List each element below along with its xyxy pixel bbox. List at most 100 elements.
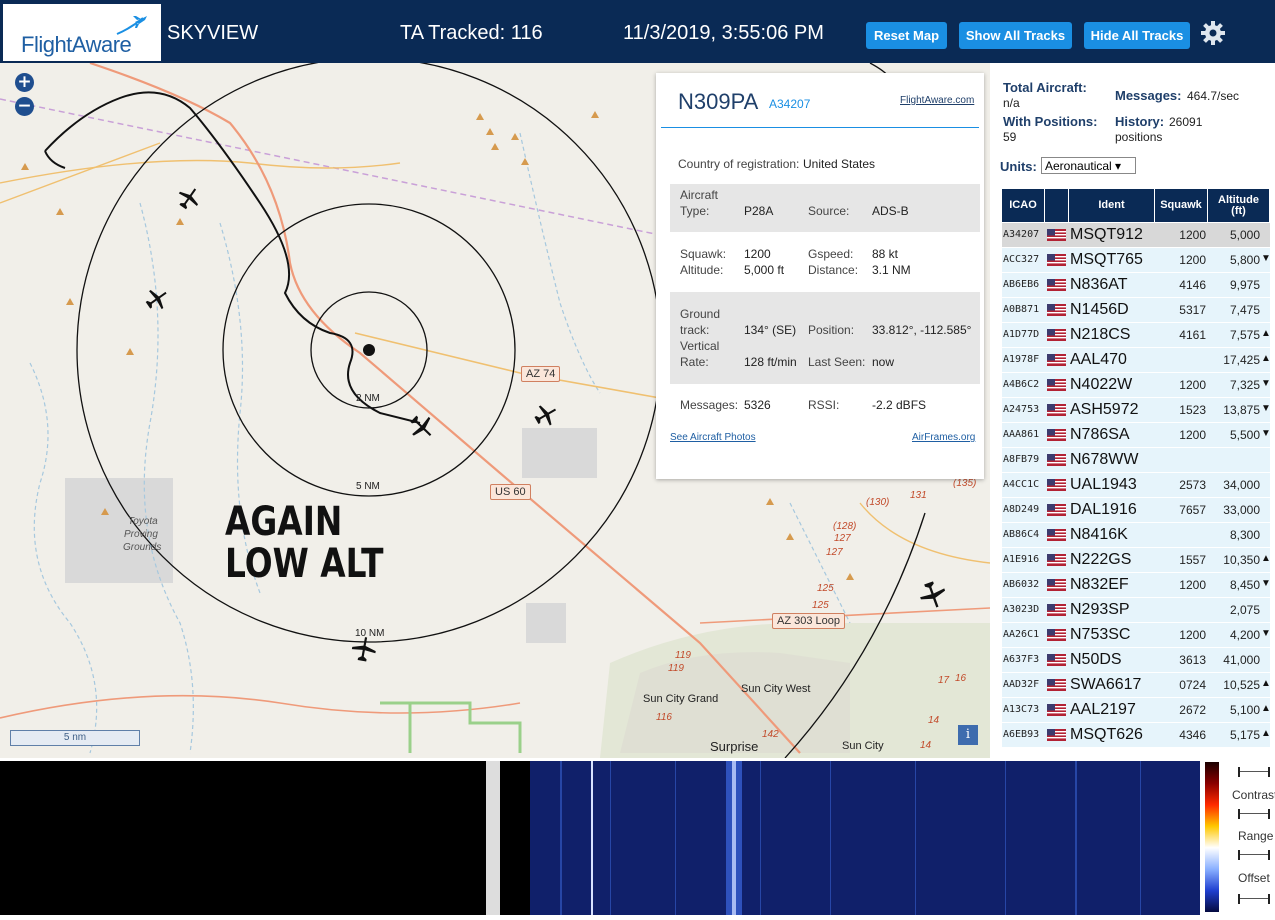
col-header-squawk[interactable]: Squawk <box>1155 189 1207 222</box>
aircraft-icon[interactable] <box>177 186 201 210</box>
col-header-ident[interactable]: Ident <box>1069 189 1154 222</box>
aircraft-photos-link[interactable]: See Aircraft Photos <box>670 432 756 443</box>
gear-icon[interactable] <box>1200 20 1226 46</box>
altitude-cell: 9,975 <box>1229 278 1260 292</box>
vertical-rate-value: 128 ft/min <box>744 355 797 369</box>
flightaware-logo[interactable]: FlightAware <box>3 4 161 61</box>
aircraft-icon[interactable] <box>145 287 169 311</box>
route-number: 116 <box>656 712 672 723</box>
icao-cell: A6EB93 <box>1003 729 1040 740</box>
distance-label: Distance: <box>808 263 859 277</box>
squawk-cell: 1200 <box>1179 578 1206 592</box>
squawk-cell: 1200 <box>1179 378 1206 392</box>
squawk-cell: 1200 <box>1179 628 1206 642</box>
aircraft-detail-popup: N309PA A34207 FlightAware.com Country of… <box>656 73 984 479</box>
position-label: Position: <box>808 323 855 337</box>
ident-cell: N836AT <box>1070 276 1128 293</box>
table-row[interactable]: A4B6C2 N4022W 1200 7,325 ▼ <box>1002 373 1271 397</box>
aircraft-sidebar: Total Aircraft: n/a Messages: 464.7/sec … <box>990 63 1275 758</box>
units-select[interactable]: Aeronautical ▾ <box>1041 157 1136 174</box>
country-row: Country of registration: United States <box>670 157 980 177</box>
map-info-button[interactable]: i <box>958 725 978 745</box>
table-row[interactable]: A3023D N293SP 2,075 <box>1002 598 1270 622</box>
us-flag-icon <box>1047 454 1066 466</box>
table-row[interactable]: AB86C4 N8416K 8,300 <box>1002 523 1270 547</box>
col-header-altitude[interactable]: Altitude (ft) <box>1208 189 1269 222</box>
airframes-link[interactable]: AirFrames.org <box>912 432 975 443</box>
aircraft-icon[interactable] <box>351 636 377 662</box>
range-label-2nm: 2 NM <box>356 393 380 404</box>
route-number: 125 <box>817 583 834 594</box>
waterfall-slider[interactable] <box>1238 894 1270 904</box>
table-row[interactable]: A1E916 N222GS 1557 10,350 ▲ <box>1002 548 1271 572</box>
selected-aircraft-icon[interactable] <box>409 414 435 440</box>
altitude-cell: 17,425 <box>1223 353 1260 367</box>
table-row[interactable]: ACC327 MSQT765 1200 5,800 ▼ <box>1002 248 1271 272</box>
reset-map-button[interactable]: Reset Map <box>866 22 947 49</box>
gspeed-value: 88 kt <box>872 247 899 261</box>
range-label-10nm: 10 NM <box>355 628 385 639</box>
messages-value: 5326 <box>744 398 771 412</box>
table-row[interactable]: AB6032 N832EF 1200 8,450 ▼ <box>1002 573 1271 597</box>
zoom-out-button[interactable]: − <box>15 97 34 116</box>
route-number: 131 <box>910 490 927 501</box>
offset-slider[interactable] <box>1238 850 1270 860</box>
altitude-cell: 7,575 <box>1229 328 1260 342</box>
ident-cell: N1456D <box>1070 301 1129 318</box>
us-flag-icon <box>1047 329 1066 341</box>
table-row[interactable]: A0B871 N1456D 5317 7,475 <box>1002 298 1270 322</box>
us-flag-icon <box>1047 579 1066 591</box>
us-flag-icon <box>1047 479 1066 491</box>
table-row[interactable]: A8D249 DAL1916 7657 33,000 <box>1002 498 1270 522</box>
flightaware-link[interactable]: FlightAware.com <box>900 95 974 106</box>
table-row[interactable]: AB6EB6 N836AT 4146 9,975 <box>1002 273 1270 297</box>
hide-all-tracks-button[interactable]: Hide All Tracks <box>1084 22 1190 49</box>
ident-cell: N678WW <box>1070 451 1139 468</box>
table-row[interactable]: AAD32F SWA6617 0724 10,525 ▲ <box>1002 673 1271 697</box>
table-row[interactable]: A4CC1C UAL1943 2573 34,000 <box>1002 473 1270 497</box>
table-row[interactable]: A13C73 AAL2197 2672 5,100 ▲ <box>1002 698 1271 722</box>
ground-track-value: 134° (SE) <box>744 323 797 337</box>
waterfall-controls: Contrast Range Offset <box>1220 761 1275 915</box>
altitude-cell: 2,075 <box>1229 603 1260 617</box>
us-flag-icon <box>1047 654 1066 666</box>
aircraft-icon[interactable] <box>534 403 558 427</box>
altitude-trend-icon: ▲ <box>1261 703 1271 714</box>
table-row[interactable]: A8FB79 N678WW <box>1002 448 1270 472</box>
waterfall-canvas <box>500 761 1200 915</box>
place-label: Sun City <box>842 740 884 752</box>
popup-hex-link[interactable]: A34207 <box>769 97 810 111</box>
history-label: History: <box>1115 114 1165 129</box>
icao-cell: AB86C4 <box>1003 529 1040 540</box>
table-row[interactable]: A24753 ASH5972 1523 13,875 ▼ <box>1002 398 1271 422</box>
table-row[interactable]: A6EB93 MSQT626 4346 5,175 ▲ <box>1002 723 1271 747</box>
contrast-slider[interactable] <box>1238 767 1270 777</box>
squawk-cell: 4161 <box>1179 328 1206 342</box>
col-header-flag[interactable] <box>1045 189 1068 222</box>
icao-cell: AAA861 <box>1003 429 1040 440</box>
aircraft-icon[interactable] <box>919 581 947 609</box>
land-parcel <box>522 428 597 478</box>
place-label: Sun City Grand <box>643 693 719 705</box>
table-row[interactable]: A1978F AAL470 17,425 ▲ <box>1002 348 1271 372</box>
col-header-icao[interactable]: ICAO <box>1002 189 1044 222</box>
altitude-cell: 41,000 <box>1223 653 1260 667</box>
table-row[interactable]: A34207 MSQT912 1200 5,000 <box>1002 223 1270 247</box>
icao-cell: A3023D <box>1003 604 1040 615</box>
us-flag-icon <box>1047 679 1066 691</box>
zoom-in-button[interactable]: + <box>15 73 34 92</box>
messages-label: Messages: <box>680 398 739 412</box>
squawk-label: Squawk: <box>680 247 727 261</box>
us-flag-icon <box>1047 429 1066 441</box>
table-row[interactable]: AAA861 N786SA 1200 5,500 ▼ <box>1002 423 1271 447</box>
table-row[interactable]: A637F3 N50DS 3613 41,000 <box>1002 648 1270 672</box>
us-flag-icon <box>1047 729 1066 741</box>
distance-value: 3.1 NM <box>872 263 911 277</box>
range-slider[interactable] <box>1238 809 1270 819</box>
panel-divider[interactable] <box>486 761 500 915</box>
altitude-cell: 5,800 <box>1229 253 1260 267</box>
table-row[interactable]: A1D77D N218CS 4161 7,575 ▲ <box>1002 323 1271 347</box>
show-all-tracks-button[interactable]: Show All Tracks <box>959 22 1072 49</box>
table-row[interactable]: AA26C1 N753SC 1200 4,200 ▼ <box>1002 623 1271 647</box>
ground-track-label: track: <box>680 323 710 337</box>
